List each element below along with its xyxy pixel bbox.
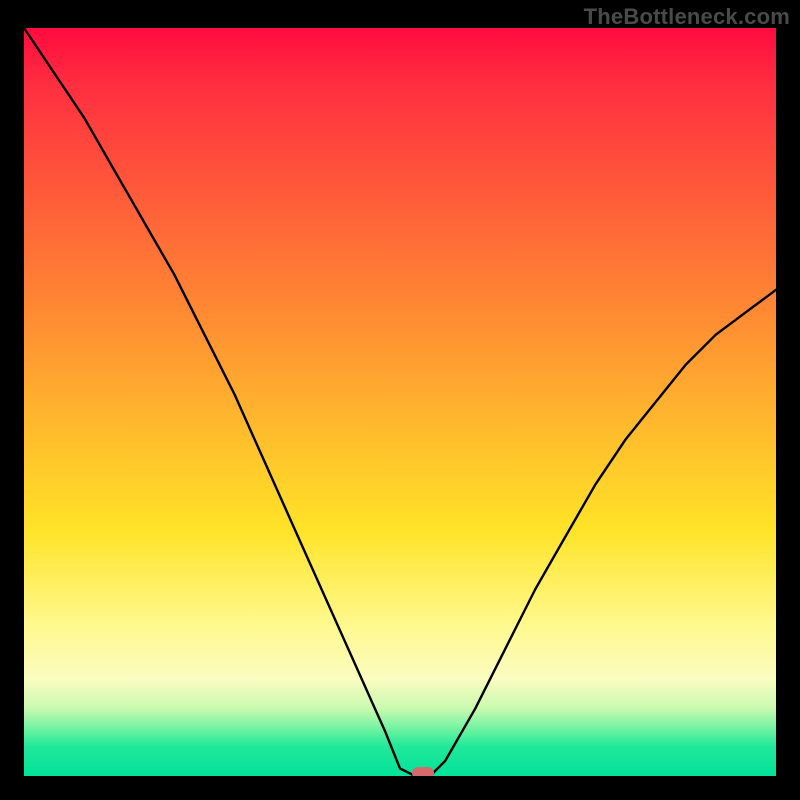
- bottleneck-marker: [412, 767, 434, 776]
- plot-area: [24, 28, 776, 776]
- watermark-text: TheBottleneck.com: [584, 4, 790, 30]
- chart-frame: TheBottleneck.com: [0, 0, 800, 800]
- bottleneck-curve: [24, 28, 776, 776]
